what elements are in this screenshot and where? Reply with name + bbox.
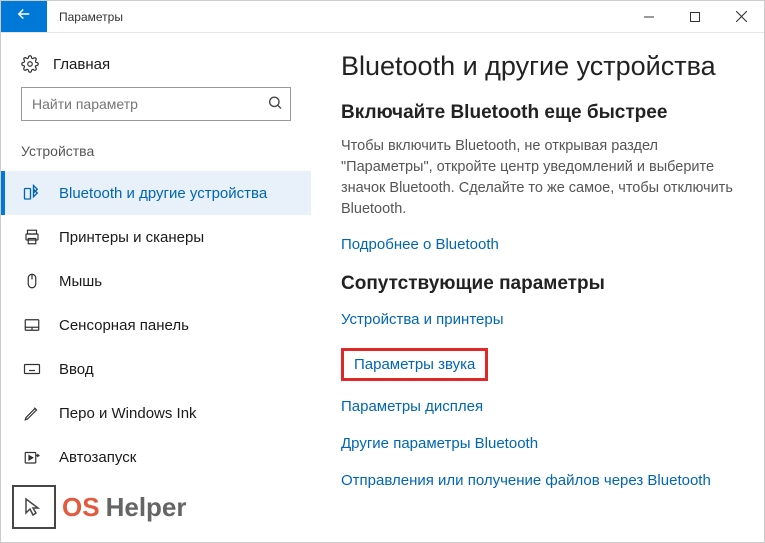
nav-item-mouse[interactable]: Мышь: [1, 259, 311, 303]
window-title: Параметры: [47, 1, 626, 32]
related-link[interactable]: Параметры звука: [354, 356, 475, 373]
nav-item-pen[interactable]: Перо и Windows Ink: [1, 391, 311, 435]
close-button[interactable]: [718, 1, 764, 32]
nav-item-printer[interactable]: Принтеры и сканеры: [1, 215, 311, 259]
nav-item-keyboard[interactable]: Ввод: [1, 347, 311, 391]
related-heading: Сопутствующие параметры: [341, 273, 744, 295]
bluetooth-icon: [23, 184, 41, 202]
minimize-button[interactable]: [626, 1, 672, 32]
search-box[interactable]: [21, 87, 291, 121]
nav-item-label: Сенсорная панель: [59, 317, 189, 334]
nav-item-label: Принтеры и сканеры: [59, 229, 204, 246]
search-icon: [267, 95, 283, 114]
keyboard-icon: [23, 360, 41, 378]
main-panel: Bluetooth и другие устройства Включайте …: [311, 33, 764, 542]
gear-icon: [21, 55, 39, 73]
arrow-left-icon: [15, 5, 33, 28]
highlighted-link-box: Параметры звука: [341, 348, 488, 381]
back-button[interactable]: [1, 1, 47, 32]
nav-item-bluetooth[interactable]: Bluetooth и другие устройства: [1, 171, 311, 215]
search-input[interactable]: [21, 87, 291, 121]
related-link[interactable]: Параметры дисплея: [341, 398, 483, 415]
nav-list: Bluetooth и другие устройства Принтеры и …: [1, 171, 311, 479]
nav-item-label: Мышь: [59, 273, 102, 290]
autoplay-icon: [23, 448, 41, 466]
home-label: Главная: [53, 56, 110, 73]
section-label: Устройства: [1, 143, 311, 171]
maximize-button[interactable]: [672, 1, 718, 32]
pen-icon: [23, 404, 41, 422]
window-controls: [626, 1, 764, 32]
related-link[interactable]: Отправления или получение файлов через B…: [341, 472, 711, 489]
nav-item-label: Автозапуск: [59, 449, 136, 466]
related-link[interactable]: Другие параметры Bluetooth: [341, 435, 538, 452]
nav-item-label: Bluetooth и другие устройства: [59, 185, 267, 202]
page-heading: Bluetooth и другие устройства: [341, 51, 744, 82]
nav-item-label: Перо и Windows Ink: [59, 405, 197, 422]
nav-item-touchpad[interactable]: Сенсорная панель: [1, 303, 311, 347]
home-button[interactable]: Главная: [1, 47, 311, 87]
sub-heading: Включайте Bluetooth еще быстрее: [341, 102, 744, 124]
sidebar: Главная Устройства Bluetooth и другие ус…: [1, 33, 311, 542]
related-settings: Сопутствующие параметры Устройства и при…: [341, 273, 744, 489]
mouse-icon: [23, 272, 41, 290]
printer-icon: [23, 228, 41, 246]
description-text: Чтобы включить Bluetooth, не открывая ра…: [341, 136, 741, 220]
titlebar: Параметры: [1, 1, 764, 33]
touchpad-icon: [23, 316, 41, 334]
related-link[interactable]: Устройства и принтеры: [341, 311, 503, 328]
nav-item-label: Ввод: [59, 361, 94, 378]
nav-item-autoplay[interactable]: Автозапуск: [1, 435, 311, 479]
learn-more-link[interactable]: Подробнее о Bluetooth: [341, 236, 499, 253]
